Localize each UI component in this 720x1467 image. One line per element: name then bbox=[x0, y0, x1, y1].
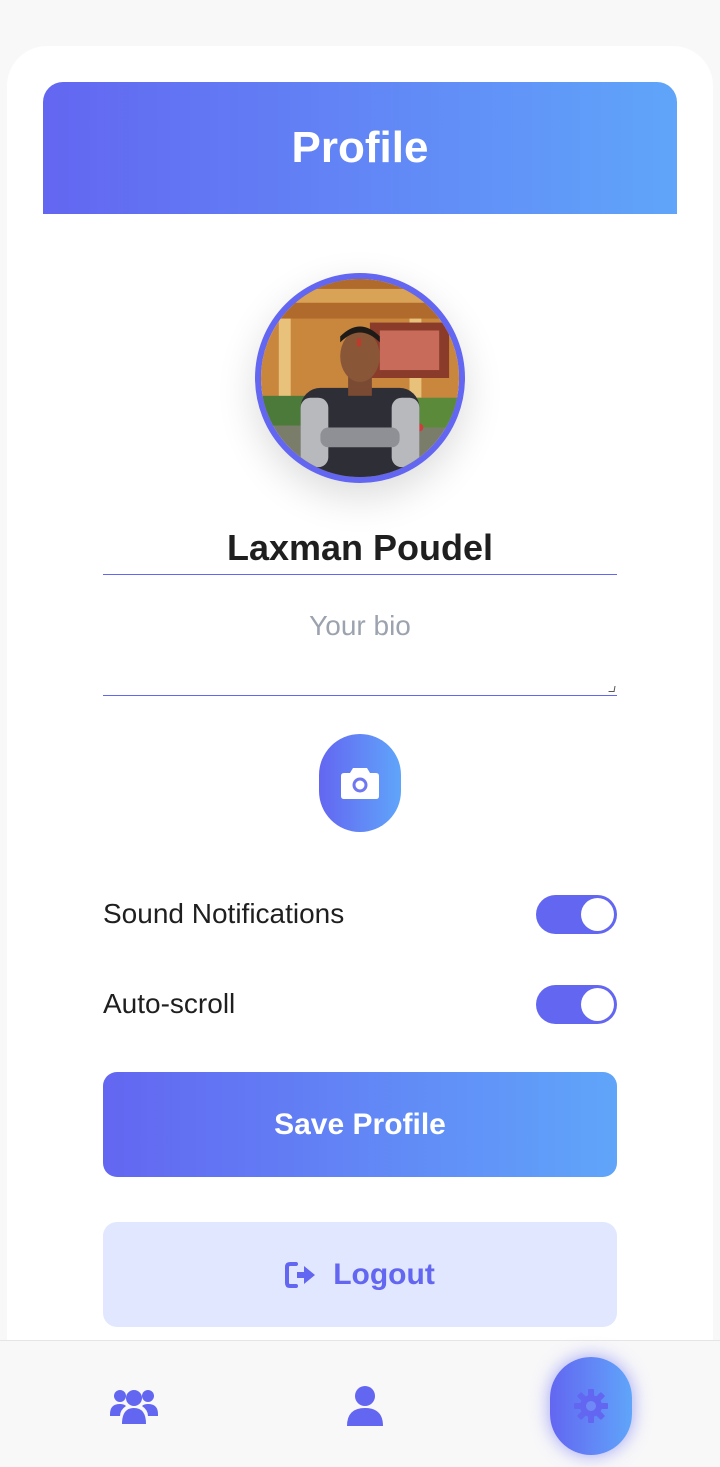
camera-icon bbox=[341, 768, 379, 799]
save-profile-button[interactable]: Save Profile bbox=[103, 1072, 617, 1177]
toggle-knob bbox=[581, 987, 614, 1021]
profile-header: Profile bbox=[43, 82, 677, 214]
users-icon bbox=[110, 1390, 158, 1424]
logout-button[interactable]: Logout bbox=[103, 1222, 617, 1327]
sound-notifications-toggle[interactable] bbox=[536, 894, 617, 934]
page-title: Profile bbox=[291, 123, 429, 172]
avatar[interactable] bbox=[255, 273, 465, 483]
setting-label: Auto-scroll bbox=[103, 988, 236, 1019]
nav-users[interactable] bbox=[104, 1381, 164, 1431]
user-icon bbox=[347, 1386, 383, 1426]
logout-icon bbox=[285, 1261, 316, 1288]
auto-scroll-toggle[interactable] bbox=[536, 984, 617, 1024]
nav-settings[interactable] bbox=[550, 1357, 632, 1455]
toggle-knob bbox=[581, 897, 614, 931]
nav-profile[interactable] bbox=[340, 1381, 390, 1431]
avatar-photo bbox=[261, 279, 459, 477]
setting-label: Sound Notifications bbox=[103, 898, 345, 929]
bottom-nav bbox=[0, 1340, 720, 1467]
logout-label: Logout bbox=[333, 1257, 435, 1291]
change-photo-button[interactable] bbox=[319, 734, 401, 832]
gear-icon bbox=[574, 1389, 608, 1423]
bio-field[interactable]: Your bio bbox=[103, 596, 617, 696]
setting-row-sound: Sound Notifications bbox=[103, 894, 617, 934]
name-field[interactable]: Laxman Poudel bbox=[103, 520, 617, 575]
setting-row-autoscroll: Auto-scroll bbox=[103, 984, 617, 1024]
resize-handle[interactable] bbox=[608, 686, 616, 692]
save-profile-label: Save Profile bbox=[274, 1107, 446, 1141]
